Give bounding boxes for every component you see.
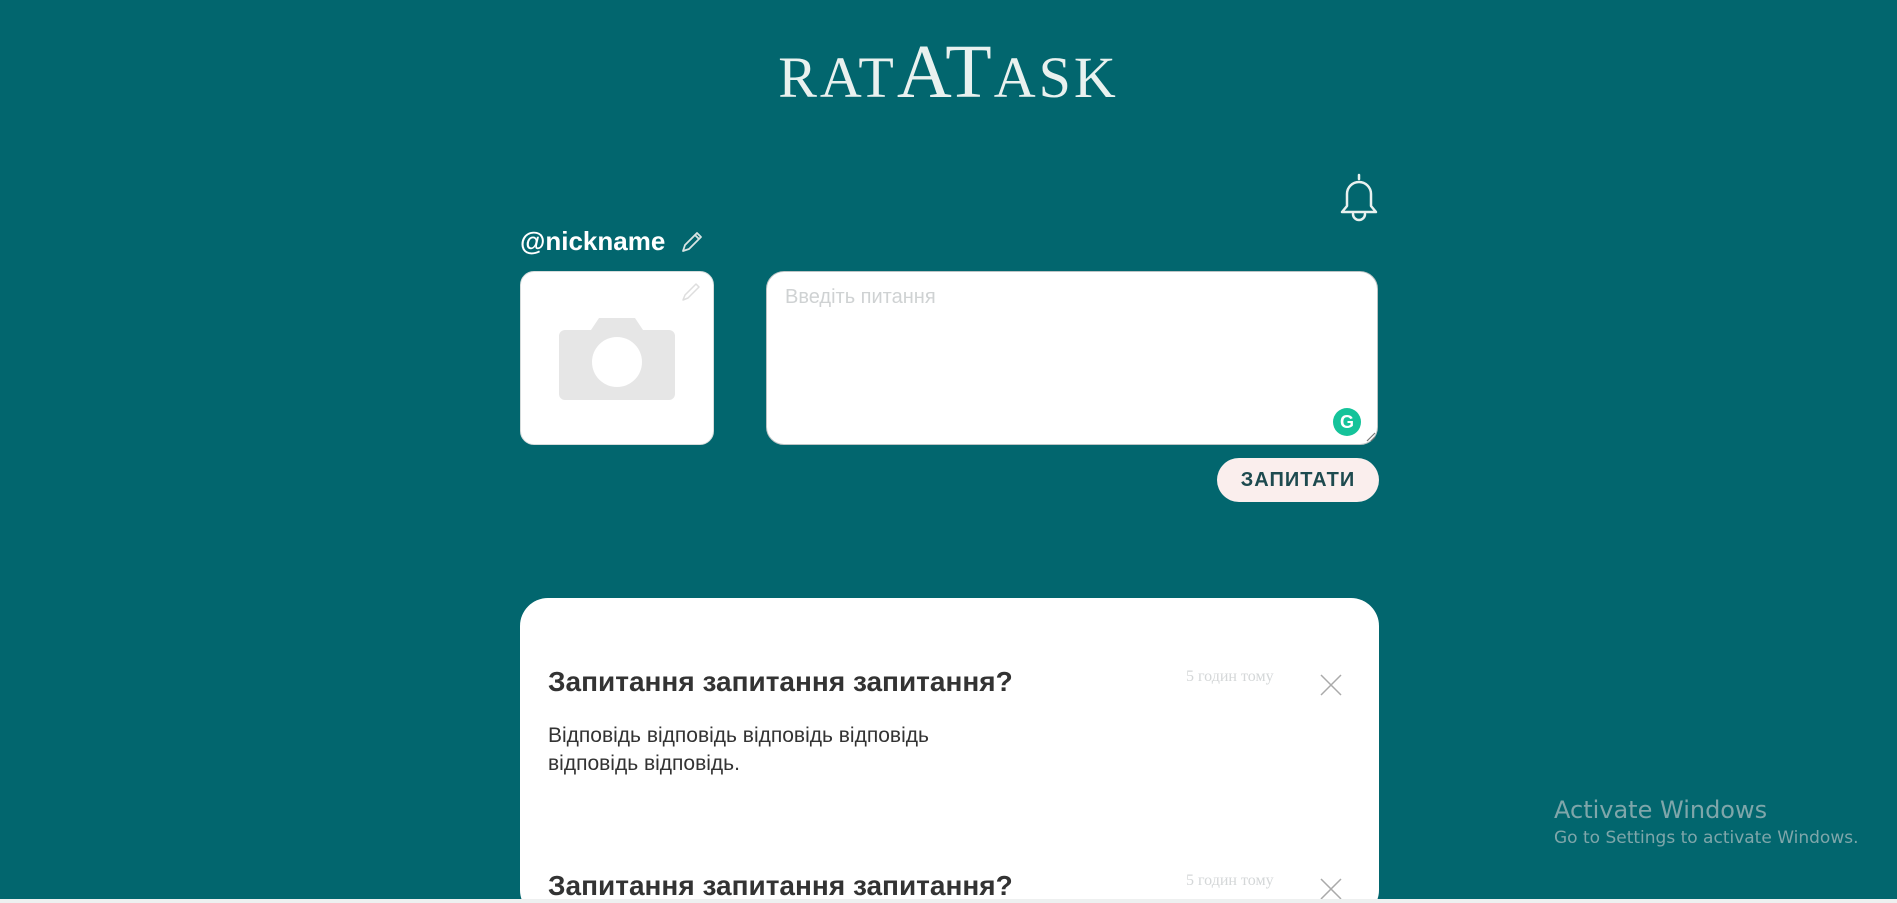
bell-icon[interactable]: [1337, 172, 1381, 222]
pencil-icon[interactable]: [679, 280, 703, 304]
nickname-row: @nickname: [520, 226, 706, 257]
logo-part-3: ASK: [993, 45, 1119, 110]
page: RATATASK @nickname G ЗАПИТАТИ Запитання …: [0, 0, 1897, 903]
camera-icon: [559, 318, 675, 400]
resize-handle-icon[interactable]: [1364, 430, 1376, 442]
watermark-title: Activate Windows: [1554, 796, 1768, 824]
question-title: Запитання запитання запитання?: [548, 870, 1013, 901]
question-input[interactable]: [766, 271, 1378, 445]
ask-button[interactable]: ЗАПИТАТИ: [1217, 458, 1379, 502]
avatar-upload[interactable]: [520, 271, 714, 445]
logo-part-1: RAT: [778, 45, 897, 110]
watermark-subtitle: Go to Settings to activate Windows.: [1554, 828, 1859, 848]
close-icon[interactable]: [1318, 672, 1344, 698]
pencil-icon[interactable]: [678, 228, 706, 256]
question-time: 5 годин тому: [1186, 872, 1274, 889]
activate-windows-watermark: Activate Windows Go to Settings to activ…: [1554, 796, 1859, 848]
bottom-strip: [0, 899, 1897, 903]
questions-card: Запитання запитання запитання? 5 годин т…: [520, 598, 1379, 903]
nickname: @nickname: [520, 226, 666, 256]
question-time: 5 годин тому: [1186, 668, 1274, 685]
grammarly-icon[interactable]: G: [1333, 408, 1361, 436]
logo-part-2: AT: [896, 30, 994, 114]
site-logo[interactable]: RATATASK: [0, 34, 1897, 110]
question-title: Запитання запитання запитання?: [548, 666, 1013, 697]
question-answer: Відповідь відповідь відповідь відповідь …: [548, 724, 929, 775]
